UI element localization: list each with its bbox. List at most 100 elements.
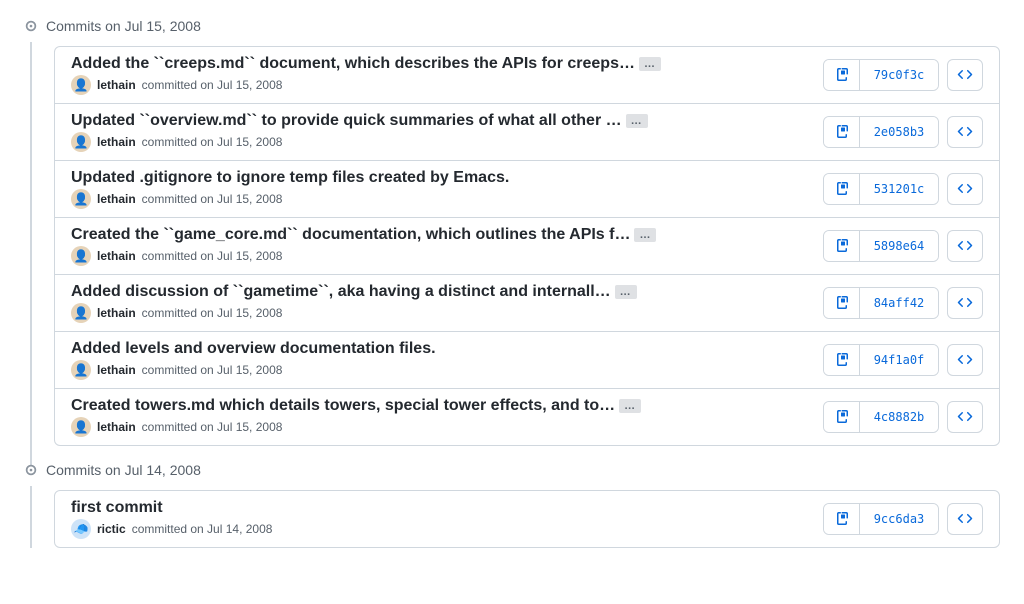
sha-button-group: 2e058b3 bbox=[823, 116, 939, 148]
copy-sha-button[interactable] bbox=[824, 117, 860, 147]
browse-repo-button[interactable] bbox=[947, 173, 983, 205]
copy-sha-button[interactable] bbox=[824, 174, 860, 204]
author-link[interactable]: lethain bbox=[97, 192, 136, 206]
expand-message-button[interactable]: … bbox=[626, 114, 648, 128]
sha-link[interactable]: 5898e64 bbox=[860, 231, 938, 261]
author-link[interactable]: lethain bbox=[97, 78, 136, 92]
browse-repo-button[interactable] bbox=[947, 287, 983, 319]
commit-meta: 👤lethaincommitted on Jul 15, 2008 bbox=[71, 303, 811, 323]
browse-repo-button[interactable] bbox=[947, 59, 983, 91]
commit-date-text: committed on Jul 15, 2008 bbox=[142, 363, 283, 377]
expand-message-button[interactable]: … bbox=[619, 399, 641, 413]
avatar[interactable]: 👤 bbox=[71, 189, 91, 209]
author-link[interactable]: lethain bbox=[97, 363, 136, 377]
copy-sha-button[interactable] bbox=[824, 60, 860, 90]
expand-message-button[interactable]: … bbox=[615, 285, 637, 299]
avatar[interactable]: 👤 bbox=[71, 360, 91, 380]
author-link[interactable]: lethain bbox=[97, 135, 136, 149]
group-date-title: Commits on Jul 15, 2008 bbox=[46, 18, 201, 34]
author-link[interactable]: lethain bbox=[97, 420, 136, 434]
commit-actions: 2e058b3 bbox=[823, 116, 983, 148]
clipboard-icon bbox=[834, 181, 850, 197]
commit-title-row: first commit bbox=[71, 499, 811, 517]
browse-repo-button[interactable] bbox=[947, 344, 983, 376]
commits-list: first commit 🧢 rictic committed on Jul 14, … bbox=[54, 490, 1000, 548]
browse-repo-button[interactable] bbox=[947, 503, 983, 535]
commit-title-link[interactable]: Added the ``creeps.md`` document, which … bbox=[71, 55, 635, 73]
commit-main: Added the ``creeps.md`` document, which … bbox=[71, 55, 811, 95]
avatar[interactable]: 👤 bbox=[71, 75, 91, 95]
sha-link[interactable]: 94f1a0f bbox=[860, 345, 938, 375]
browse-repo-button[interactable] bbox=[947, 230, 983, 262]
commit-meta: 👤 lethain committed on Jul 15, 2008 bbox=[71, 360, 811, 380]
clipboard-icon bbox=[834, 124, 850, 140]
commit-row: first commit 🧢 rictic committed on Jul 14, … bbox=[55, 491, 999, 547]
sha-link[interactable]: 2e058b3 bbox=[860, 117, 938, 147]
expand-message-button[interactable]: … bbox=[634, 228, 656, 242]
clipboard-icon bbox=[834, 238, 850, 254]
commit-meta: 👤lethaincommitted on Jul 15, 2008 bbox=[71, 246, 811, 266]
commit-meta: 👤 lethain committed on Jul 15, 2008 bbox=[71, 75, 811, 95]
commit-title-row: Updated ``overview.md`` to provide quick… bbox=[71, 112, 811, 130]
code-icon bbox=[957, 181, 973, 197]
code-icon bbox=[957, 409, 973, 425]
commit-title-link[interactable]: Updated ``overview.md`` to provide quick… bbox=[71, 112, 622, 130]
commit-date-group: Commits on Jul 14, 2008 first commit 🧢 rict… bbox=[24, 454, 1000, 548]
author-link[interactable]: rictic bbox=[97, 522, 126, 536]
commit-date-text: committed on Jul 15, 2008 bbox=[142, 78, 283, 92]
sha-link[interactable]: 84aff42 bbox=[860, 288, 938, 318]
group-header: Commits on Jul 14, 2008 bbox=[24, 454, 1000, 490]
copy-sha-button[interactable] bbox=[824, 288, 860, 318]
commit-row: Added levels and overview documentation … bbox=[55, 332, 999, 389]
browse-repo-button[interactable] bbox=[947, 401, 983, 433]
commit-actions: 4c8882b bbox=[823, 401, 983, 433]
clipboard-icon bbox=[834, 352, 850, 368]
avatar[interactable]: 👤 bbox=[71, 132, 91, 152]
copy-sha-button[interactable] bbox=[824, 345, 860, 375]
sha-link[interactable]: 9cc6da3 bbox=[860, 504, 938, 534]
avatar[interactable]: 👤 bbox=[71, 246, 91, 266]
sha-link[interactable]: 79c0f3c bbox=[860, 60, 938, 90]
commit-title-link[interactable]: first commit bbox=[71, 499, 163, 517]
code-icon bbox=[957, 67, 973, 83]
commit-row: Added discussion of ``gametime``, aka ha… bbox=[55, 275, 999, 332]
sha-link[interactable]: 4c8882b bbox=[860, 402, 938, 432]
browse-repo-button[interactable] bbox=[947, 116, 983, 148]
commit-row: Created the ``game_core.md`` documentati… bbox=[55, 218, 999, 275]
author-link[interactable]: lethain bbox=[97, 306, 136, 320]
commit-title-link[interactable]: Added discussion of ``gametime``, aka ha… bbox=[71, 283, 611, 301]
commit-actions: 84aff42 bbox=[823, 287, 983, 319]
commit-actions: 9cc6da3 bbox=[823, 503, 983, 535]
commit-meta: 👤lethaincommitted on Jul 15, 2008 bbox=[71, 189, 811, 209]
avatar[interactable]: 👤 bbox=[71, 417, 91, 437]
avatar[interactable]: 👤 bbox=[71, 303, 91, 323]
commit-actions: 79c0f3c bbox=[823, 59, 983, 91]
commit-main: Created towers.md which details towers, … bbox=[71, 397, 811, 437]
copy-sha-button[interactable] bbox=[824, 504, 860, 534]
copy-sha-button[interactable] bbox=[824, 231, 860, 261]
commit-meta: 👤lethaincommitted on Jul 15, 2008 bbox=[71, 132, 811, 152]
commit-title-link[interactable]: Created towers.md which details towers, … bbox=[71, 397, 615, 415]
copy-sha-button[interactable] bbox=[824, 402, 860, 432]
sha-button-group: 9cc6da3 bbox=[823, 503, 939, 535]
commit-row: Updated .gitignore to ignore temp files … bbox=[55, 161, 999, 218]
sha-link[interactable]: 531201c bbox=[860, 174, 938, 204]
commit-title-link[interactable]: Created the ``game_core.md`` documentati… bbox=[71, 226, 630, 244]
commit-title-row: Added levels and overview documentation … bbox=[71, 340, 811, 358]
commit-actions: 531201c bbox=[823, 173, 983, 205]
commit-title-link[interactable]: Added levels and overview documentation … bbox=[71, 340, 436, 358]
avatar[interactable]: 🧢 bbox=[71, 519, 91, 539]
author-link[interactable]: lethain bbox=[97, 249, 136, 263]
commit-actions: 5898e64 bbox=[823, 230, 983, 262]
commits-list: Added the ``creeps.md`` document, which … bbox=[54, 46, 1000, 446]
commit-main: Added levels and overview documentation … bbox=[71, 340, 811, 380]
expand-message-button[interactable]: … bbox=[639, 57, 661, 71]
commit-title-row: Added the ``creeps.md`` document, which … bbox=[71, 55, 811, 73]
commit-title-row: Created the ``game_core.md`` documentati… bbox=[71, 226, 811, 244]
commit-dot-icon bbox=[24, 19, 38, 33]
commit-main: first commit 🧢 rictic committed on Jul 14, … bbox=[71, 499, 811, 539]
commit-date-text: committed on Jul 14, 2008 bbox=[132, 522, 273, 536]
commit-meta: 👤lethaincommitted on Jul 15, 2008 bbox=[71, 417, 811, 437]
timeline-line bbox=[30, 42, 32, 466]
commit-title-link[interactable]: Updated .gitignore to ignore temp files … bbox=[71, 169, 509, 187]
